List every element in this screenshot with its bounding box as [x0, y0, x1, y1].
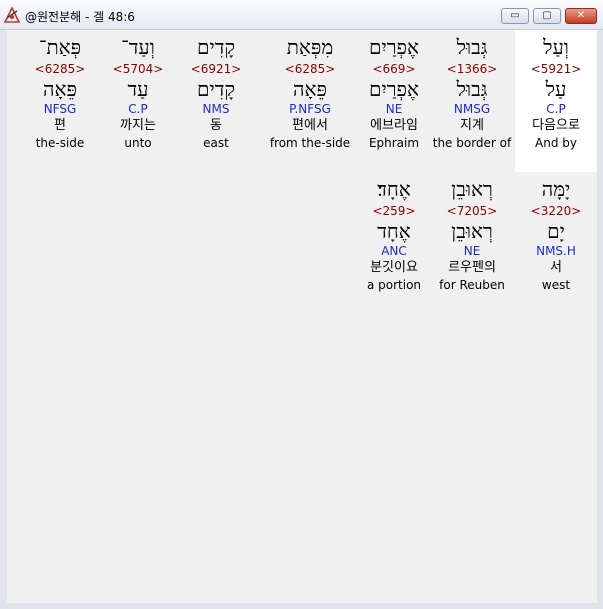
title-bar[interactable]: @원전분해 - 겔 48:6 ▭ ▢ ✕ — [0, 0, 603, 30]
minimize-button[interactable]: ▭ — [501, 8, 529, 24]
lexical-form: רְאוּבֵן — [451, 219, 493, 243]
hebrew-word: אֶחָד׃ — [377, 177, 411, 201]
morph-code: NE — [385, 102, 403, 116]
word-cell[interactable]: וְעַל <5921> עַל C.P 다음으로 And by — [515, 30, 597, 172]
strong-number: <5921> — [530, 62, 582, 76]
english-gloss: east — [203, 136, 229, 150]
hebrew-word: פְּאַת־ — [38, 35, 82, 59]
korean-gloss: 편에서 — [292, 118, 328, 133]
korean-gloss: 에브라임 — [370, 118, 418, 133]
lexical-form: פֵּאָה — [43, 77, 77, 101]
korean-gloss: 편 — [54, 118, 66, 133]
english-gloss: from the-side — [269, 136, 351, 150]
lexical-form: יָם — [547, 219, 565, 243]
korean-gloss: 분깃이요 — [370, 260, 418, 275]
strong-number: <259> — [372, 204, 416, 218]
hebrew-word: אֶפְרַיִם — [368, 35, 420, 59]
word-cell[interactable]: יָמָּה <3220> יָם NMS.H 서 west — [515, 172, 597, 314]
korean-gloss: 다음으로 — [532, 118, 580, 133]
hebrew-word: גְּבוּל — [456, 35, 488, 59]
lexical-form: עַד — [127, 77, 149, 101]
app-icon — [3, 6, 21, 23]
english-gloss: for Reuben — [439, 278, 505, 292]
strong-number: <7205> — [446, 204, 498, 218]
english-gloss: a portion — [366, 278, 422, 292]
hebrew-word: וְעַל — [543, 35, 569, 59]
word-cell[interactable]: מִפְּאַת <6285> פֵּאָה P.NFSG 편에서 from the-si… — [269, 30, 351, 172]
morph-code: P.NFSG — [289, 102, 331, 116]
word-cell[interactable]: רְאוּבֵן <7205> רְאוּבֵן NE 르우펜의 for Reuben — [431, 172, 513, 314]
close-icon: ✕ — [576, 10, 586, 21]
lexical-form: גְּבוּל — [456, 77, 488, 101]
english-gloss: west — [541, 278, 571, 292]
hebrew-word: וְעַד־ — [121, 35, 155, 59]
maximize-icon: ▢ — [542, 10, 552, 21]
minimize-icon: ▭ — [510, 10, 520, 21]
lexical-form: קָדִים — [196, 77, 236, 101]
morph-code: NFSG — [43, 102, 77, 116]
strong-number: <6285> — [34, 62, 86, 76]
word-cell[interactable]: אֶחָד׃ <259> אֶחָד ANC 분깃이요 a portion — [353, 172, 435, 314]
korean-gloss: 지계 — [460, 118, 484, 133]
hebrew-word: מִפְּאַת — [286, 35, 334, 59]
korean-gloss: 서 — [550, 260, 562, 275]
morph-code: NMS.H — [536, 244, 576, 258]
window-frame-right — [597, 30, 603, 609]
close-button[interactable]: ✕ — [565, 8, 597, 24]
word-cell[interactable]: פְּאַת־ <6285> פֵּאָה NFSG 편 the-side — [19, 30, 101, 172]
word-cell[interactable]: גְּבוּל <1366> גְּבוּל NMSG 지계 the border of — [431, 30, 513, 172]
korean-gloss: 르우펜의 — [448, 260, 496, 275]
english-gloss: And by — [535, 136, 577, 150]
morph-code: NE — [463, 244, 481, 258]
strong-number: <3220> — [530, 204, 582, 218]
window-title: @원전분해 - 겔 48:6 — [25, 10, 135, 24]
lexical-form: עַל — [545, 77, 567, 101]
morph-code: C.P — [546, 102, 566, 116]
word-cell[interactable]: וְעַד־ <5704> עַד C.P 까지는 unto — [97, 30, 179, 172]
strong-number: <6921> — [190, 62, 242, 76]
strong-number: <5704> — [112, 62, 164, 76]
lexical-form: פֵּאָה — [293, 77, 327, 101]
maximize-button[interactable]: ▢ — [533, 8, 561, 24]
hebrew-word: קָדִים — [196, 35, 236, 59]
morph-code: ANC — [381, 244, 407, 258]
morph-code: NMSG — [453, 102, 491, 116]
morph-code: C.P — [128, 102, 148, 116]
window-frame-left — [0, 30, 7, 609]
english-gloss: Ephraim — [368, 136, 420, 150]
interlinear-panel[interactable]: וְעַל <5921> עַל C.P 다음으로 And by גְּבוּל <1366>… — [7, 30, 597, 603]
window-frame-bottom — [0, 603, 603, 609]
strong-number: <669> — [372, 62, 416, 76]
word-cell[interactable]: אֶפְרַיִם <669> אֶפְרַיִם NE 에브라임 Ephraim — [353, 30, 435, 172]
hebrew-word: רְאוּבֵן — [451, 177, 493, 201]
korean-gloss: 까지는 — [120, 118, 156, 133]
lexical-form: אֶפְרַיִם — [368, 77, 420, 101]
lexical-form: אֶחָד — [377, 219, 411, 243]
strong-number: <6285> — [284, 62, 336, 76]
strong-number: <1366> — [446, 62, 498, 76]
hebrew-word: יָמָּה — [541, 177, 571, 201]
english-gloss: unto — [124, 136, 152, 150]
english-gloss: the-side — [35, 136, 85, 150]
morph-code: NMS — [202, 102, 230, 116]
english-gloss: the border of — [432, 136, 512, 150]
korean-gloss: 동 — [210, 118, 222, 133]
word-cell[interactable]: קָדִים <6921> קָדִים NMS 동 east — [175, 30, 257, 172]
